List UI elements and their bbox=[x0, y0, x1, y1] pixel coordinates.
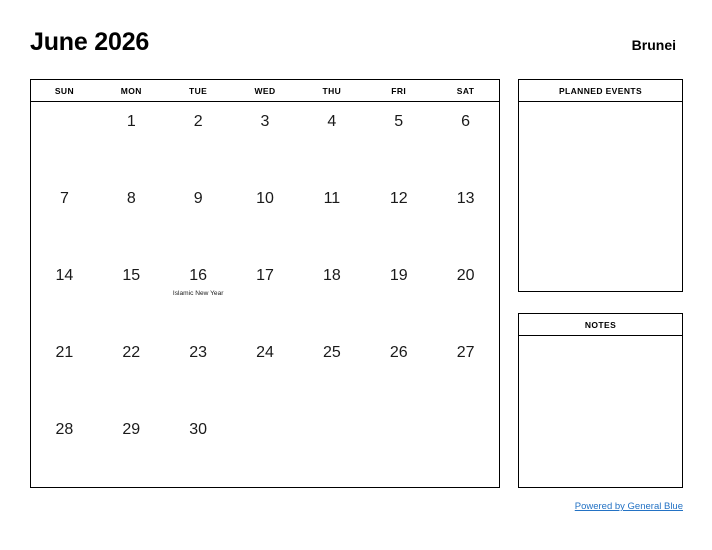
calendar-page: June 2026 Brunei SUN MON TUE WED THU FRI SAT 1… bbox=[0, 0, 712, 550]
day-of-week-thu: THU bbox=[322, 85, 342, 96]
calendar-empty-cell bbox=[298, 410, 365, 487]
calendar-day-cell[interactable]: 1 bbox=[98, 102, 165, 179]
day-number: 23 bbox=[189, 344, 208, 361]
calendar-grid: SUN MON TUE WED THU FRI SAT 1 2 3 4 5 6 7 8 9 10 11 12 13 1… bbox=[30, 79, 500, 488]
day-number: 3 bbox=[260, 113, 270, 130]
day-of-week-tue: TUE bbox=[189, 85, 208, 96]
day-number: 27 bbox=[456, 344, 475, 361]
calendar-day-cell[interactable]: 24 bbox=[232, 333, 299, 410]
calendar-day-cell[interactable]: 11 bbox=[298, 179, 365, 256]
day-number: 20 bbox=[456, 267, 475, 284]
powered-by-link[interactable]: Powered by General Blue bbox=[575, 501, 683, 512]
calendar-day-cell[interactable]: 6 bbox=[432, 102, 499, 179]
day-number: 13 bbox=[456, 190, 475, 207]
day-of-week-header-row: SUN MON TUE WED THU FRI SAT bbox=[31, 80, 499, 102]
day-of-week-sun: SUN bbox=[54, 85, 74, 96]
day-number: 5 bbox=[394, 113, 404, 130]
day-number: 14 bbox=[55, 267, 74, 284]
page-header: June 2026 Brunei bbox=[30, 30, 676, 66]
calendar-week-row: 21 22 23 24 25 26 27 bbox=[31, 333, 499, 410]
day-number: 17 bbox=[256, 267, 274, 284]
calendar-day-cell[interactable]: 2 bbox=[165, 102, 232, 179]
calendar-day-cell[interactable]: 5 bbox=[365, 102, 432, 179]
page-title: June 2026 bbox=[30, 28, 150, 56]
calendar-day-cell[interactable]: 20 bbox=[432, 256, 499, 333]
day-number: 12 bbox=[389, 190, 408, 207]
day-number: 28 bbox=[55, 421, 74, 438]
planned-events-panel: PLANNED EVENTS bbox=[518, 79, 683, 292]
day-number: 21 bbox=[55, 344, 74, 361]
planned-events-title: PLANNED EVENTS bbox=[519, 80, 682, 102]
day-number: 16 bbox=[189, 267, 208, 284]
page-footer: Powered by General Blue bbox=[440, 496, 683, 514]
calendar-day-cell[interactable]: 27 bbox=[432, 333, 499, 410]
day-number: 8 bbox=[126, 190, 136, 207]
day-of-week-sat: SAT bbox=[456, 85, 475, 96]
day-number: 11 bbox=[323, 190, 341, 207]
calendar-day-cell[interactable]: 4 bbox=[298, 102, 365, 179]
notes-panel: NOTES bbox=[518, 313, 683, 488]
calendar-week-row: 14 15 16 Islamic New Year 17 18 19 20 bbox=[31, 256, 499, 333]
notes-body[interactable] bbox=[519, 336, 682, 487]
calendar-day-cell[interactable]: 16 Islamic New Year bbox=[165, 256, 232, 333]
planned-events-body[interactable] bbox=[519, 102, 682, 291]
calendar-day-cell[interactable]: 21 bbox=[31, 333, 98, 410]
calendar-day-cell[interactable]: 10 bbox=[232, 179, 299, 256]
calendar-day-cell[interactable]: 23 bbox=[165, 333, 232, 410]
day-number: 1 bbox=[126, 113, 136, 130]
day-number: 6 bbox=[461, 113, 471, 130]
calendar-empty-cell bbox=[432, 410, 499, 487]
calendar-empty-cell bbox=[232, 410, 299, 487]
day-number: 29 bbox=[122, 421, 141, 438]
day-number: 10 bbox=[256, 190, 274, 207]
calendar-day-cell[interactable]: 13 bbox=[432, 179, 499, 256]
calendar-day-cell[interactable]: 26 bbox=[365, 333, 432, 410]
calendar-day-cell[interactable]: 22 bbox=[98, 333, 165, 410]
day-number: 25 bbox=[322, 344, 341, 361]
calendar-week-row: 7 8 9 10 11 12 13 bbox=[31, 179, 499, 256]
day-number: 15 bbox=[122, 267, 141, 284]
locale-label: Brunei bbox=[631, 37, 676, 53]
day-of-week-wed: WED bbox=[254, 85, 276, 96]
calendar-day-cell[interactable]: 17 bbox=[232, 256, 299, 333]
calendar-week-row: 28 29 30 bbox=[31, 410, 499, 487]
calendar-day-cell[interactable]: 7 bbox=[31, 179, 98, 256]
calendar-day-cell[interactable]: 18 bbox=[298, 256, 365, 333]
calendar-day-cell[interactable]: 3 bbox=[232, 102, 299, 179]
day-number: 7 bbox=[59, 190, 69, 207]
day-number: 4 bbox=[327, 113, 337, 130]
calendar-day-cell[interactable]: 19 bbox=[365, 256, 432, 333]
day-event-label: Islamic New Year bbox=[172, 290, 224, 297]
day-number: 9 bbox=[193, 190, 203, 207]
day-of-week-mon: MON bbox=[120, 85, 142, 96]
day-number: 22 bbox=[122, 344, 141, 361]
day-number: 30 bbox=[189, 421, 208, 438]
day-number: 26 bbox=[389, 344, 408, 361]
calendar-empty-cell bbox=[365, 410, 432, 487]
day-number: 19 bbox=[389, 267, 408, 284]
calendar-weeks: 1 2 3 4 5 6 7 8 9 10 11 12 13 14 15 16 Islamic New Year 1… bbox=[31, 102, 499, 487]
calendar-day-cell[interactable]: 25 bbox=[298, 333, 365, 410]
day-of-week-fri: FRI bbox=[391, 85, 407, 96]
calendar-day-cell[interactable]: 29 bbox=[98, 410, 165, 487]
calendar-day-cell[interactable]: 12 bbox=[365, 179, 432, 256]
day-number: 24 bbox=[256, 344, 274, 361]
notes-title: NOTES bbox=[519, 314, 682, 336]
calendar-day-cell[interactable]: 30 bbox=[165, 410, 232, 487]
day-number: 18 bbox=[322, 267, 341, 284]
calendar-day-cell[interactable]: 8 bbox=[98, 179, 165, 256]
calendar-day-cell[interactable]: 15 bbox=[98, 256, 165, 333]
calendar-empty-cell bbox=[31, 102, 98, 179]
calendar-day-cell[interactable]: 28 bbox=[31, 410, 98, 487]
day-number: 2 bbox=[193, 113, 203, 130]
calendar-day-cell[interactable]: 14 bbox=[31, 256, 98, 333]
calendar-day-cell[interactable]: 9 bbox=[165, 179, 232, 256]
calendar-week-row: 1 2 3 4 5 6 bbox=[31, 102, 499, 179]
